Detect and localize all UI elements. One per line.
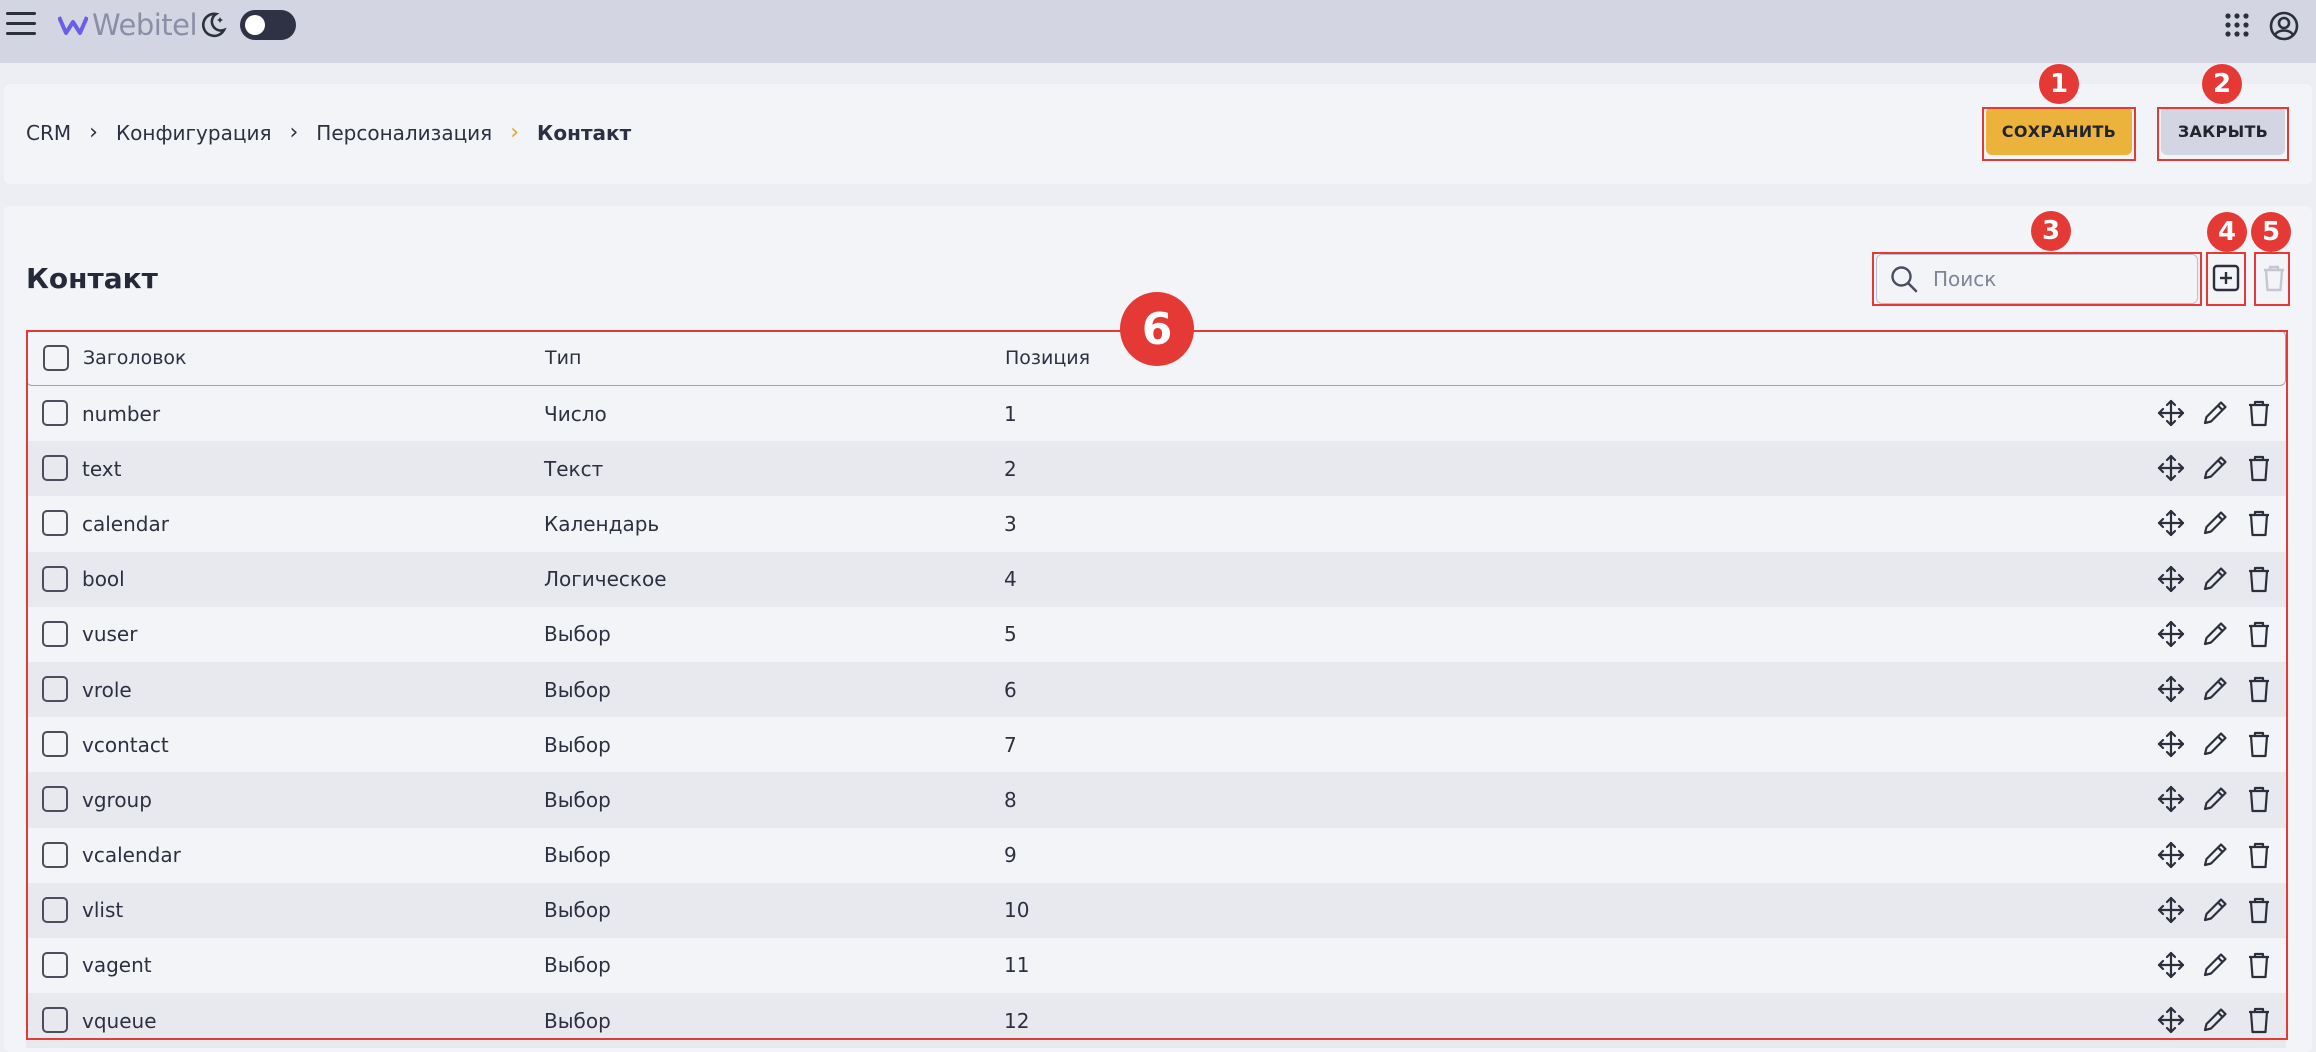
breadcrumb-separator-icon: › [289, 120, 299, 145]
annotation-badge-5: 5 [2251, 212, 2291, 252]
annotation-box-2 [2157, 107, 2289, 161]
breadcrumb-separator-icon: › [510, 120, 520, 145]
annotation-box-3 [1872, 252, 2202, 306]
menu-icon[interactable] [6, 12, 36, 36]
breadcrumb-separator-icon: › [89, 120, 98, 145]
annotation-badge-2: 2 [2202, 64, 2242, 104]
annotation-badge-6: 6 [1120, 292, 1194, 366]
page-header: CRM › Конфигурация › Персонализация › Ко… [4, 84, 2312, 184]
breadcrumb-item-configuration[interactable]: Конфигурация [116, 121, 272, 145]
breadcrumb: CRM › Конфигурация › Персонализация › Ко… [26, 120, 631, 145]
breadcrumb-item-crm[interactable]: CRM [26, 121, 71, 145]
apps-grid-icon[interactable] [2224, 12, 2250, 38]
annotation-box-1 [1982, 107, 2136, 161]
annotation-badge-3: 3 [2031, 211, 2071, 251]
annotation-badge-1: 1 [2039, 64, 2079, 104]
webitel-logo[interactable]: Webitel [58, 8, 198, 42]
annotation-box-5 [2254, 252, 2290, 306]
webitel-logo-mark [58, 16, 88, 35]
annotation-badge-4: 4 [2207, 212, 2247, 252]
moon-icon [201, 12, 227, 38]
annotation-box-4 [2206, 252, 2246, 306]
breadcrumb-item-personalization[interactable]: Персонализация [316, 121, 492, 145]
theme-toggle[interactable] [240, 10, 296, 40]
breadcrumb-item-current: Контакт [537, 120, 632, 145]
section-title: Контакт [26, 262, 158, 295]
account-icon[interactable] [2268, 10, 2300, 42]
top-bar: Webitel [0, 0, 2316, 63]
brand-name: Webitel [92, 8, 198, 42]
annotation-box-6 [26, 330, 2288, 1040]
